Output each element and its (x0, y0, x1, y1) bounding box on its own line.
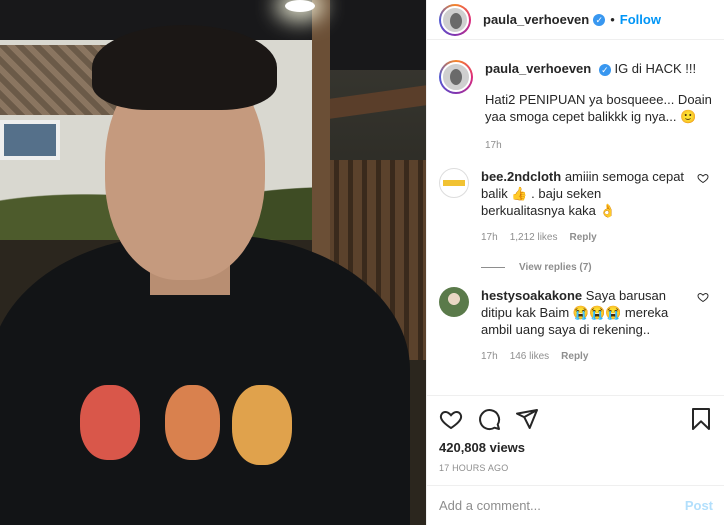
video-background-rail (330, 85, 426, 119)
comment-username[interactable]: bee.2ndcloth (481, 169, 561, 184)
separator-dot: • (610, 12, 615, 27)
comments-list[interactable]: paula_verhoeven ✓ IG di HACK !!! Hati2 P… (427, 60, 724, 390)
view-count[interactable]: 420,808 views (439, 440, 713, 455)
shirt-print-cat (80, 385, 140, 460)
follow-button[interactable]: Follow (620, 12, 661, 27)
shirt-print-cat (232, 385, 292, 465)
share-paper-plane-icon[interactable] (515, 407, 539, 431)
caption-title: IG di HACK !!! (614, 61, 697, 76)
author-avatar[interactable] (439, 3, 471, 36)
caption-username[interactable]: paula_verhoeven (485, 61, 591, 76)
comment-item: hestysoakakone Saya barusan ditipu kak B… (439, 287, 713, 365)
comment-item: bee.2ndcloth amiiin semoga cepat balik 👍… (439, 168, 713, 246)
video-person-hair (92, 25, 277, 110)
comment-likes[interactable]: 1,212 likes (510, 229, 558, 246)
comment-meta: 17h 1,212 likes Reply (481, 229, 687, 246)
comment-likes[interactable]: 146 likes (510, 348, 549, 365)
view-replies-line (481, 267, 505, 268)
like-comment-heart-icon[interactable] (697, 172, 709, 184)
comment-username[interactable]: hestysoakakone (481, 288, 582, 303)
caption-author-avatar[interactable] (439, 60, 473, 94)
post-actions: 420,808 views 17 HOURS AGO (427, 395, 724, 473)
verified-badge-icon: ✓ (598, 63, 611, 76)
like-heart-icon[interactable] (439, 407, 463, 431)
post-video[interactable] (0, 0, 426, 525)
comment-body: bee.2ndcloth amiiin semoga cepat balik 👍… (481, 168, 713, 246)
commenter-avatar[interactable] (439, 168, 469, 198)
reply-button[interactable]: Reply (570, 229, 597, 246)
post-timestamp[interactable]: 17 HOURS AGO (439, 463, 713, 473)
view-replies-label: View replies (7) (519, 262, 592, 273)
like-comment-heart-icon[interactable] (697, 291, 709, 303)
view-replies-button[interactable]: View replies (7) (481, 262, 713, 273)
add-comment-bar: Post (427, 485, 724, 525)
comment-time[interactable]: 17h (481, 348, 498, 365)
author-username[interactable]: paula_verhoeven (483, 12, 589, 27)
save-bookmark-icon[interactable] (689, 407, 713, 431)
verified-badge-icon: ✓ (593, 13, 606, 26)
shirt-print-cat (165, 385, 220, 460)
video-background-light (285, 0, 315, 12)
post-details-panel: paula_verhoeven ✓ • Follow paula_verhoev… (426, 0, 724, 525)
caption-time[interactable]: 17h (485, 137, 713, 154)
comment-time[interactable]: 17h (481, 229, 498, 246)
caption: paula_verhoeven ✓ IG di HACK !!! Hati2 P… (439, 60, 713, 154)
commenter-avatar[interactable] (439, 287, 469, 317)
caption-body: paula_verhoeven ✓ IG di HACK !!! Hati2 P… (485, 60, 713, 154)
caption-text: Hati2 PENIPUAN ya bosqueee... Doain yaa … (485, 92, 712, 124)
post-comment-button[interactable]: Post (685, 498, 713, 513)
reply-button[interactable]: Reply (561, 348, 588, 365)
comment-bubble-icon[interactable] (477, 407, 501, 431)
comment-input[interactable] (439, 498, 685, 513)
post-header: paula_verhoeven ✓ • Follow (427, 0, 724, 40)
comment-meta: 17h 146 likes Reply (481, 348, 687, 365)
action-icons (439, 404, 713, 434)
comment-body: hestysoakakone Saya barusan ditipu kak B… (481, 287, 713, 365)
